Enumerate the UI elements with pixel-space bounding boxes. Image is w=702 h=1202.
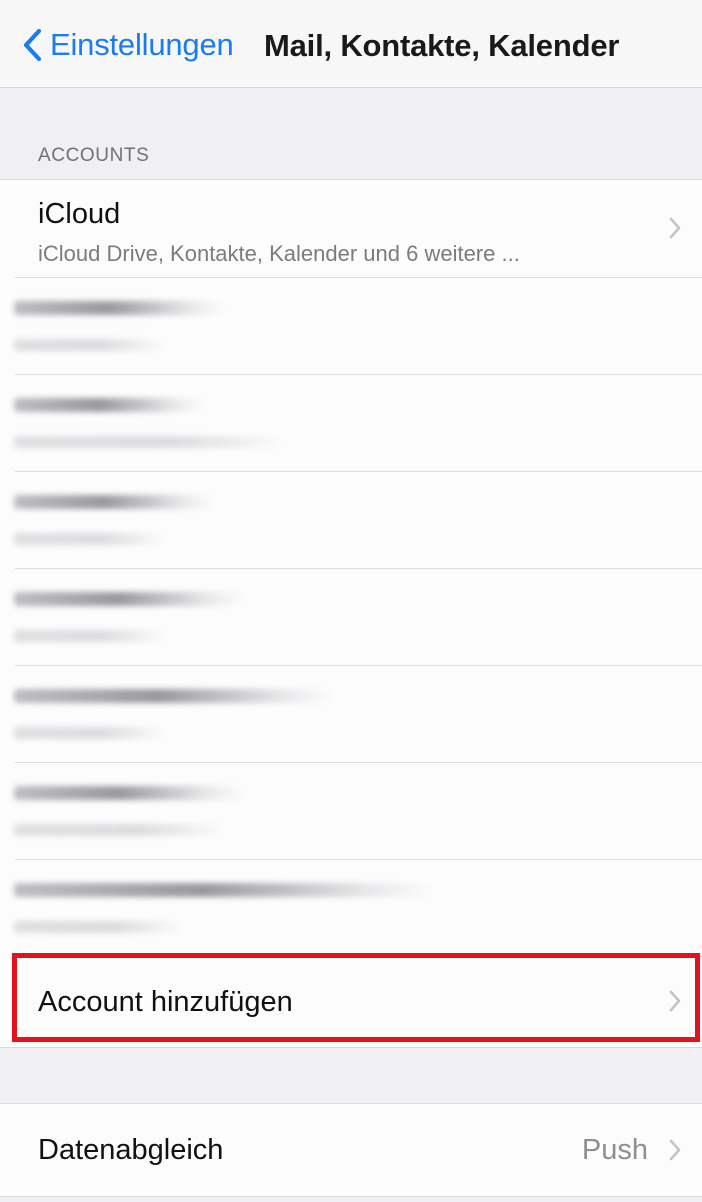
page-title: Mail, Kontakte, Kalender	[264, 28, 620, 63]
fetch-mode-value: Push	[581, 1134, 648, 1166]
list-item-redacted-account[interactable]	[0, 859, 702, 956]
list-item-icloud[interactable]: iCloud iCloud Drive, Kontakte, Kalender …	[0, 180, 702, 277]
fetch-new-data-label: Datenabgleich	[38, 1134, 224, 1166]
list-item-redacted-account[interactable]	[0, 762, 702, 859]
chevron-right-icon	[668, 1138, 682, 1162]
back-button-label: Einstellungen	[50, 27, 234, 62]
icloud-subtitle: iCloud Drive, Kontakte, Kalender und 6 w…	[38, 241, 520, 266]
highlight-frame	[12, 953, 700, 1042]
fetch-new-data-row[interactable]: Datenabgleich Push	[0, 1104, 702, 1196]
icloud-title: iCloud	[38, 198, 121, 230]
accounts-list: iCloud iCloud Drive, Kontakte, Kalender …	[0, 179, 702, 1048]
sync-settings-list: Datenabgleich Push	[0, 1103, 702, 1197]
accounts-section-header: ACCOUNTS	[38, 145, 150, 166]
back-button[interactable]: Einstellungen	[22, 24, 234, 66]
list-item-redacted-account[interactable]	[0, 665, 702, 762]
list-item-redacted-account[interactable]	[0, 374, 702, 471]
settings-screen: Einstellungen Mail, Kontakte, Kalender A…	[0, 0, 702, 1202]
list-item-redacted-account[interactable]	[0, 568, 702, 665]
chevron-right-icon	[668, 216, 682, 240]
chevron-left-icon	[22, 28, 42, 62]
list-item-redacted-account[interactable]	[0, 277, 702, 374]
list-item-redacted-account[interactable]	[0, 471, 702, 568]
navigation-bar: Einstellungen Mail, Kontakte, Kalender	[0, 0, 702, 88]
